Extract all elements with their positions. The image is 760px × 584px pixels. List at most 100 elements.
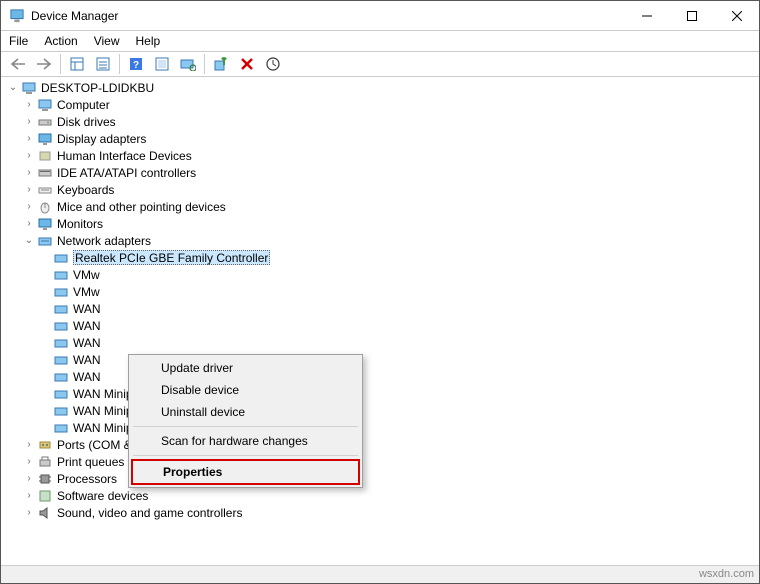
expand-icon[interactable]: › xyxy=(21,437,37,453)
toolbar-icon-4[interactable] xyxy=(150,53,174,75)
tree-group-network[interactable]: ⌄ Network adapters xyxy=(5,232,759,249)
computer-icon xyxy=(21,80,37,96)
printer-icon xyxy=(37,454,53,470)
expand-icon[interactable]: › xyxy=(21,148,37,164)
adapter-icon xyxy=(53,250,69,266)
tree-group-label: Software devices xyxy=(57,489,148,503)
expand-icon[interactable]: › xyxy=(21,97,37,113)
expand-icon[interactable]: › xyxy=(21,471,37,487)
tree-group[interactable]: › Software devices xyxy=(5,487,759,504)
scan-icon[interactable] xyxy=(176,53,200,75)
window-buttons xyxy=(624,1,759,30)
maximize-button[interactable] xyxy=(669,1,714,30)
expand-icon[interactable]: › xyxy=(21,454,37,470)
port-icon xyxy=(37,437,53,453)
ctx-update[interactable]: Update driver xyxy=(131,357,360,379)
tree-group[interactable]: ›IDE ATA/ATAPI controllers xyxy=(5,164,759,181)
adapter-icon xyxy=(53,301,69,317)
software-icon xyxy=(37,488,53,504)
tree-group-label: Keyboards xyxy=(57,183,114,197)
expand-icon[interactable]: › xyxy=(21,216,37,232)
context-menu: Update driver Disable device Uninstall d… xyxy=(128,354,363,488)
expand-icon[interactable]: › xyxy=(21,114,37,130)
tree-item-selected[interactable]: Realtek PCIe GBE Family Controller xyxy=(5,249,759,266)
tree-group[interactable]: › Disk drives xyxy=(5,113,759,130)
device-tree[interactable]: ⌄ DESKTOP-LDIDKBU ›Computer›Disk drives›… xyxy=(1,77,759,565)
expand-icon[interactable]: › xyxy=(21,488,37,504)
tree-item-label: VMw xyxy=(73,268,100,282)
ctx-separator xyxy=(133,455,358,456)
uninstall-icon[interactable] xyxy=(235,53,259,75)
show-hide-icon[interactable] xyxy=(65,53,89,75)
forward-button[interactable] xyxy=(32,53,56,75)
tree-group[interactable]: › Display adapters xyxy=(5,130,759,147)
ctx-scan[interactable]: Scan for hardware changes xyxy=(131,430,360,452)
tree-group[interactable]: ›Monitors xyxy=(5,215,759,232)
tree-group-label: Human Interface Devices xyxy=(57,149,192,163)
display-icon xyxy=(37,131,53,147)
ctx-properties[interactable]: Properties xyxy=(131,459,360,485)
tree-group[interactable]: ›Sound, video and game controllers xyxy=(5,504,759,521)
tree-group[interactable]: ›Processors xyxy=(5,470,759,487)
collapse-icon[interactable]: ⌄ xyxy=(5,80,21,96)
cpu-icon xyxy=(37,471,53,487)
tree-group[interactable]: ›Computer xyxy=(5,96,759,113)
close-button[interactable] xyxy=(714,1,759,30)
adapter-icon xyxy=(53,352,69,368)
ctx-uninstall[interactable]: Uninstall device xyxy=(131,401,360,423)
expand-icon[interactable]: › xyxy=(21,199,37,215)
window-title: Device Manager xyxy=(31,9,624,23)
back-button[interactable] xyxy=(6,53,30,75)
tree-group[interactable]: ›Ports (COM & LPT) xyxy=(5,436,759,453)
menu-view[interactable]: View xyxy=(94,34,120,48)
tree-item[interactable]: WAN Miniport (SSTP) xyxy=(5,419,759,436)
hid-icon xyxy=(37,148,53,164)
tree-item[interactable]: VMw xyxy=(5,283,759,300)
tree-group-label: Display adapters xyxy=(57,132,146,146)
adapter-icon xyxy=(53,420,69,436)
tree-item[interactable]: VMw xyxy=(5,266,759,283)
help-icon[interactable]: ? xyxy=(124,53,148,75)
tree-group-label: Mice and other pointing devices xyxy=(57,200,226,214)
tree-item-label: WAN xyxy=(73,302,101,316)
enable-icon[interactable] xyxy=(209,53,233,75)
tree-item-label: VMw xyxy=(73,285,100,299)
tree-group-label: Disk drives xyxy=(57,115,116,129)
ctx-disable[interactable]: Disable device xyxy=(131,379,360,401)
tree-item[interactable]: WAN xyxy=(5,368,759,385)
ctx-separator xyxy=(133,426,358,427)
expand-icon[interactable]: › xyxy=(21,131,37,147)
adapter-icon xyxy=(53,335,69,351)
tree-item[interactable]: WAN Miniport (PPPOE) xyxy=(5,385,759,402)
minimize-button[interactable] xyxy=(624,1,669,30)
menu-action[interactable]: Action xyxy=(44,34,77,48)
tree-group[interactable]: › Mice and other pointing devices xyxy=(5,198,759,215)
tree-item[interactable]: WAN xyxy=(5,317,759,334)
collapse-icon[interactable]: ⌄ xyxy=(21,233,37,249)
adapter-icon xyxy=(53,284,69,300)
adapter-icon xyxy=(53,267,69,283)
tree-group[interactable]: › Print queues xyxy=(5,453,759,470)
tree-group-label: Print queues xyxy=(57,455,124,469)
tree-item-label: WAN xyxy=(73,370,101,384)
tree-group[interactable]: › Human Interface Devices xyxy=(5,147,759,164)
menu-file[interactable]: File xyxy=(9,34,28,48)
adapter-icon xyxy=(53,318,69,334)
tree-group[interactable]: › Keyboards xyxy=(5,181,759,198)
tree-root[interactable]: ⌄ DESKTOP-LDIDKBU xyxy=(5,79,759,96)
tree-item[interactable]: WAN xyxy=(5,300,759,317)
expand-icon[interactable]: › xyxy=(21,505,37,521)
adapter-icon xyxy=(53,403,69,419)
tree-item[interactable]: WAN Miniport (PPTP) xyxy=(5,402,759,419)
tree-item-label: WAN xyxy=(73,319,101,333)
expand-icon[interactable]: › xyxy=(21,165,37,181)
menu-help[interactable]: Help xyxy=(136,34,161,48)
expand-icon[interactable]: › xyxy=(21,182,37,198)
adapter-icon xyxy=(53,369,69,385)
toolbar-icon-2[interactable] xyxy=(91,53,115,75)
tree-item[interactable]: WAN xyxy=(5,351,759,368)
update-icon[interactable] xyxy=(261,53,285,75)
tree-item[interactable]: WAN xyxy=(5,334,759,351)
menubar: File Action View Help xyxy=(1,31,759,51)
monitor-icon xyxy=(37,216,53,232)
